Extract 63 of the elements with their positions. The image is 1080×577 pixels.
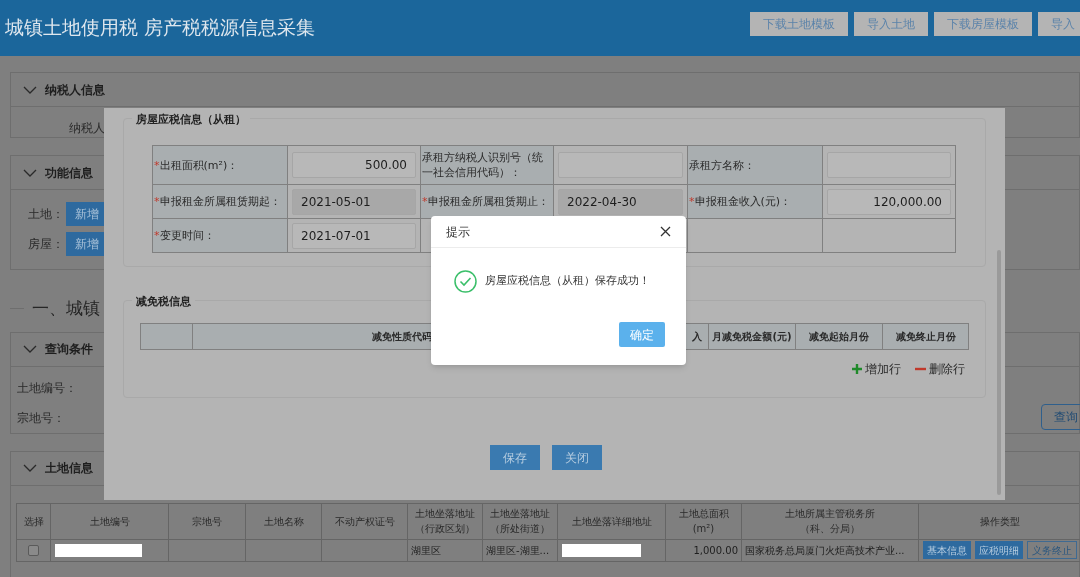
confirm-button[interactable]: 确定	[619, 322, 665, 347]
field-label: 宗地号：	[17, 409, 65, 427]
column-header: 操作类型	[919, 503, 1080, 540]
chevron-down-icon[interactable]	[23, 85, 37, 94]
input-field[interactable]: 2021-07-01	[292, 222, 416, 249]
column-header: 土地编号	[51, 503, 169, 540]
table-cell: 湖里区	[408, 539, 483, 562]
query-button[interactable]: 查询	[1041, 403, 1080, 430]
header-button[interactable]: 导入土地	[854, 12, 928, 36]
column-header: 土地名称	[246, 503, 322, 540]
action-button[interactable]: 基本信息	[922, 541, 971, 559]
chevron-down-icon[interactable]	[23, 345, 37, 353]
delete-row-button[interactable]: 删除行	[915, 360, 965, 378]
column-header: 土地总面积(m²)	[666, 503, 742, 540]
field-label: 承租方名称：	[689, 157, 755, 173]
column-header: 土地坐落地址（行政区划）	[408, 503, 483, 540]
column-header: 减免终止月份	[883, 324, 969, 350]
field-label: *申报租金所属租赁期起：	[154, 194, 281, 209]
column-header: 土地坐落详细地址	[558, 503, 666, 540]
panel-title: 功能信息	[45, 164, 93, 182]
close-icon[interactable]	[660, 226, 671, 237]
column-header: 不动产权证号	[322, 503, 408, 540]
column-header: 月减免税金额(元)	[709, 324, 796, 350]
success-check-icon	[454, 270, 477, 293]
field-label: *申报租金所属租赁期止：	[422, 194, 549, 209]
header-button[interactable]: 导入	[1038, 12, 1080, 36]
field-label: *申报租金收入(元)：	[689, 194, 792, 209]
column-header: 土地所属主管税务所（科、分局）	[742, 503, 919, 540]
add-row-button[interactable]: 增加行	[852, 360, 901, 378]
action-button[interactable]: 应税明细	[974, 541, 1023, 559]
section-heading: 一、城镇	[32, 297, 100, 320]
column-header: 土地坐落地址（所处街道）	[483, 503, 558, 540]
column-header: 选择	[17, 503, 51, 540]
minus-icon	[915, 367, 926, 371]
field-label: 土地编号：	[17, 379, 77, 397]
table-cell: 湖里区-湖里...	[483, 539, 558, 562]
chevron-down-icon[interactable]	[23, 464, 37, 472]
field-label: 土地：	[28, 206, 64, 223]
action-button[interactable]: 义务终止	[1026, 541, 1077, 559]
page-title: 城镇土地使用税 房产税税源信息采集	[4, 15, 316, 40]
column-header: 宗地号	[169, 503, 246, 540]
modal-button[interactable]: 保存	[489, 445, 540, 470]
input-field[interactable]: 500.00	[292, 152, 416, 178]
dialog-title: 提示	[446, 223, 470, 241]
modal-button[interactable]: 关闭	[551, 445, 602, 470]
row-checkbox[interactable]	[28, 544, 39, 556]
field-label: 承租方纳税人识别号（统一社会信用代码）：	[422, 150, 544, 180]
panel-title: 土地信息	[45, 460, 93, 477]
field-label: *变更时间：	[154, 228, 215, 243]
field-label: 房屋：	[28, 236, 64, 253]
panel-title: 查询条件	[45, 341, 93, 358]
plus-icon	[852, 364, 862, 374]
table-cell: 1,000.00	[666, 539, 742, 562]
chevron-down-icon[interactable]	[23, 168, 37, 177]
field-label: 纳税人	[69, 121, 105, 135]
input-field[interactable]: 120,000.00	[827, 188, 951, 215]
header-button[interactable]: 下载房屋模板	[934, 12, 1032, 36]
field-label: *出租面积(m²)：	[154, 157, 239, 173]
header-button[interactable]: 下载土地模板	[750, 12, 848, 36]
panel-title: 纳税人信息	[45, 81, 105, 99]
dialog-message: 房屋应税信息（从租）保存成功！	[485, 273, 650, 290]
table-cell: 国家税务总局厦门火炬高技术产业...	[742, 539, 919, 562]
column-header: 减免起始月份	[796, 324, 883, 350]
